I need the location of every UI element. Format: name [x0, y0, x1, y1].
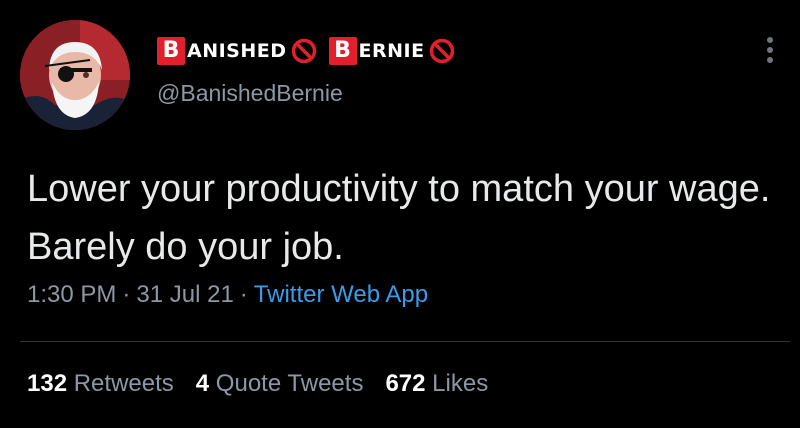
user-handle[interactable]: @BanishedBernie: [157, 80, 343, 107]
stat-likes[interactable]: 672 Likes: [385, 370, 488, 397]
tweet-text: Lower your productivity to match your wa…: [27, 168, 771, 268]
retweets-count: 132: [27, 370, 68, 397]
display-name[interactable]: B ANISHED B ERNIE: [157, 33, 467, 69]
retweets-label: Retweets: [73, 370, 174, 397]
stat-retweets[interactable]: 132 Retweets: [27, 370, 174, 397]
likes-count: 672: [385, 370, 426, 397]
prohibited-icon: [291, 38, 317, 64]
quote-tweets-label: Quote Tweets: [215, 370, 364, 397]
tweet-time[interactable]: 1:30 PM: [27, 281, 116, 308]
name-word-2: ERNIE: [358, 40, 425, 62]
quote-tweets-count: 4: [195, 370, 210, 397]
avatar[interactable]: [20, 20, 130, 130]
name-badge-letter-1: B: [157, 37, 185, 65]
likes-label: Likes: [432, 370, 489, 397]
tweet-date[interactable]: 31 Jul 21: [136, 281, 233, 308]
tweet-metadata: 1:30 PM · 31 Jul 21 · Twitter Web App: [27, 281, 428, 309]
tweet-source-link[interactable]: Twitter Web App: [254, 281, 428, 308]
engagement-stats: 132 Retweets 4 Quote Tweets 672 Likes: [27, 370, 510, 398]
divider: [20, 341, 790, 342]
name-badge-letter-2: B: [328, 37, 357, 65]
avatar-photo: [20, 20, 130, 130]
more-vertical-icon[interactable]: [760, 30, 780, 70]
stat-quote-tweets[interactable]: 4 Quote Tweets: [196, 370, 364, 397]
meta-separator: ·: [239, 281, 248, 308]
meta-separator: ·: [122, 281, 131, 308]
name-word-1: ANISHED: [187, 40, 287, 62]
prohibited-icon: [429, 38, 455, 64]
